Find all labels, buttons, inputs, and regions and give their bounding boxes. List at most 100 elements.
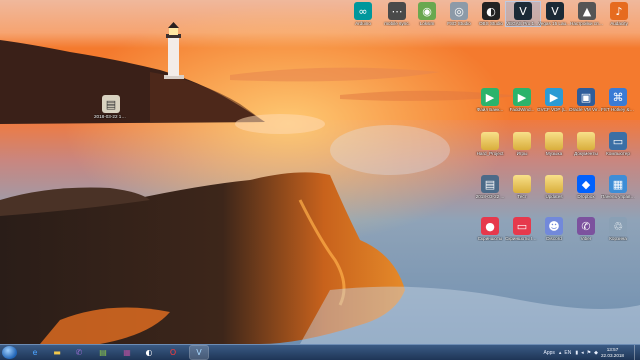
desktop-shortcut[interactable]: V VEGAS Pro 16.0	[505, 0, 541, 28]
network-icon[interactable]: ▮	[575, 350, 578, 356]
folder-icon	[545, 175, 563, 193]
desktop-shortcut[interactable]: ♪ Audacity	[602, 2, 636, 26]
language-indicator[interactable]: EN	[564, 350, 571, 356]
virtualbox-icon: ▣	[577, 88, 595, 106]
desktop-shortcut-label: Тест	[517, 194, 527, 199]
volume-icon[interactable]: ◂	[581, 350, 584, 356]
desktop-shortcut-label: Скриншоты	[477, 236, 503, 241]
disk-icon: ◎	[450, 2, 468, 20]
desktop-shortcut[interactable]: ▶ FaddWind...	[505, 88, 539, 112]
desktop-shortcut[interactable]: ▤ 2018-03-22 ...	[473, 175, 507, 199]
desktop-wallpaper	[0, 0, 640, 344]
desktop-shortcut[interactable]: Игры	[505, 132, 539, 156]
desktop-shortcut[interactable]: ● Скриншоты	[473, 217, 507, 241]
globe-icon: ◉	[418, 2, 436, 20]
desktop-shortcut-label: Файл Банк...	[476, 107, 504, 112]
desktop-shortcut-label: FSD Studio	[447, 21, 471, 26]
desktop-shortcut[interactable]: Updates	[537, 175, 571, 199]
desktop-shortcut[interactable]: ∞ Arduino	[346, 2, 380, 26]
vegas-icon[interactable]: V	[189, 345, 209, 360]
clock-date: 22.03.2018	[601, 352, 624, 358]
apps-label[interactable]: Apps	[544, 350, 555, 356]
image-icon: ▤	[481, 175, 499, 193]
desktop-shortcut[interactable]: Тест	[505, 175, 539, 199]
system-tray: Apps ▴ EN ▮ ◂ ⚑ ◆ 13:57 22.03.2018	[544, 345, 640, 360]
desktop-shortcut-label: OBS Studio	[478, 21, 503, 26]
desktop-shortcut-label: Oracle VM VirtualBox	[569, 107, 603, 112]
discord-icon: ☻	[545, 217, 563, 235]
desktop-shortcut[interactable]: Документы	[569, 132, 603, 156]
desktop-shortcut[interactable]: ⋯ mobile sync.	[380, 2, 414, 26]
desktop-shortcut[interactable]: V Vegas 15 Laure...	[538, 2, 572, 26]
obs-icon: ◐	[482, 2, 500, 20]
show-desktop-button[interactable]	[634, 345, 640, 360]
archive-icon[interactable]: ▦	[118, 346, 136, 359]
desktop-shortcut-label: VEGAS Pro 16.0	[506, 21, 540, 26]
wav-icon: ▶	[513, 88, 531, 106]
desktop-shortcut[interactable]: ▣Oracle VM VirtualBox	[569, 88, 603, 112]
desktop-shortcut-label: Документы	[574, 151, 598, 156]
dropbox-tray-icon[interactable]: ◆	[594, 350, 598, 356]
clock[interactable]: 13:57 22.03.2018	[601, 347, 624, 358]
folder-icon	[513, 175, 531, 193]
desktop-shortcut-label: FST Hotkey & Keyboard ...	[601, 107, 635, 112]
ie-icon[interactable]: e	[26, 346, 44, 359]
obs-icon[interactable]: ◐	[140, 346, 158, 359]
desktop-shortcut[interactable]: ▶ Файл Банк...	[473, 88, 507, 112]
desktop-shortcut[interactable]: ⌘FST Hotkey & Keyboard ...	[601, 88, 635, 112]
desktop-shortcut[interactable]: ▭ Компьютер	[601, 132, 635, 156]
desktop-shortcut-label: Audacity	[610, 21, 628, 26]
desktop-shortcut[interactable]: ◐ OBS Studio	[474, 2, 508, 26]
flag-icon[interactable]: ⚑	[587, 350, 591, 356]
desktop-shortcut-label: Discord	[546, 236, 562, 241]
desktop-shortcut-label: Viber	[580, 236, 592, 241]
desktop-shortcut[interactable]: Hard_Project	[473, 132, 507, 156]
start-button[interactable]	[2, 346, 17, 359]
desktop-shortcut[interactable]: ▦Панель управления	[601, 175, 635, 199]
desktop-shortcut-label: Vegas 15 Laure...	[538, 21, 572, 26]
folder-icon	[577, 132, 595, 150]
folder-icon	[545, 132, 563, 150]
desktop-file-label: 2018-03-22 13.20.31.wav	[94, 114, 128, 119]
desktop-shortcut-label: mobile sync.	[384, 21, 410, 26]
desktop-shortcut-label: Компьютер	[606, 151, 630, 156]
folder-icon	[481, 132, 499, 150]
desktop-shortcut-label: Панель управления	[601, 194, 635, 199]
desktop-shortcut[interactable]: ♲ Корзина	[601, 217, 635, 241]
desktop-shortcut-label: Скриншоты IdeaR	[505, 236, 539, 241]
wav-icon: ▶	[481, 88, 499, 106]
desktop-shortcut-label: Игры	[516, 151, 528, 156]
share-icon: ⋯	[388, 2, 406, 20]
folder-icon	[513, 132, 531, 150]
recycle-bin-icon: ♲	[609, 217, 627, 235]
photo-icon: ▲	[578, 2, 596, 20]
desktop-shortcut[interactable]: ◆ Dropbox	[569, 175, 603, 199]
desktop-shortcut[interactable]: ▲Настройки спеченного	[570, 2, 604, 26]
computer-icon: ▭	[609, 132, 627, 150]
desktop-shortcut[interactable]: ▭Скриншоты IdeaR	[505, 217, 539, 241]
desktop-shortcut-label: Корзина	[609, 236, 627, 241]
desktop-shortcut-label: Dropbox	[577, 194, 595, 199]
arduino-icon: ∞	[354, 2, 372, 20]
notepad-icon[interactable]: ▤	[94, 346, 112, 359]
desktop-shortcut[interactable]: ▶GVCF VDP (Lutoch_v) ...	[537, 88, 571, 112]
file-icon: ▤	[102, 95, 120, 113]
desktop-file-wav[interactable]: ▤ 2018-03-22 13.20.31.wav	[94, 95, 128, 119]
desktop-shortcut[interactable]: ◎ FSD Studio	[442, 2, 476, 26]
desktop-shortcut[interactable]: ✆ Viber	[569, 217, 603, 241]
opera-icon[interactable]: O	[164, 346, 182, 359]
config-icon: ⌘	[609, 88, 627, 106]
desktop-shortcut[interactable]: ☻ Discord	[537, 217, 571, 241]
desktop-shortcut-label: 2018-03-22 ...	[475, 194, 505, 199]
desktop-shortcut-label: Arduino	[355, 21, 371, 26]
explorer-icon[interactable]: ▬	[48, 346, 66, 359]
desktop-shortcut[interactable]: ◉ Loksim	[410, 2, 444, 26]
viber-icon: ✆	[577, 217, 595, 235]
dropbox-icon: ◆	[577, 175, 595, 193]
desktop-shortcut-label: Музыка	[545, 151, 563, 156]
desktop-shortcut-label: Updates	[545, 194, 563, 199]
viber-icon[interactable]: ✆	[70, 346, 88, 359]
desktop-shortcut[interactable]: Музыка	[537, 132, 571, 156]
chevron-up-icon[interactable]: ▴	[559, 350, 562, 356]
desktop-shortcut-label: Настройки спеченного	[570, 21, 604, 26]
